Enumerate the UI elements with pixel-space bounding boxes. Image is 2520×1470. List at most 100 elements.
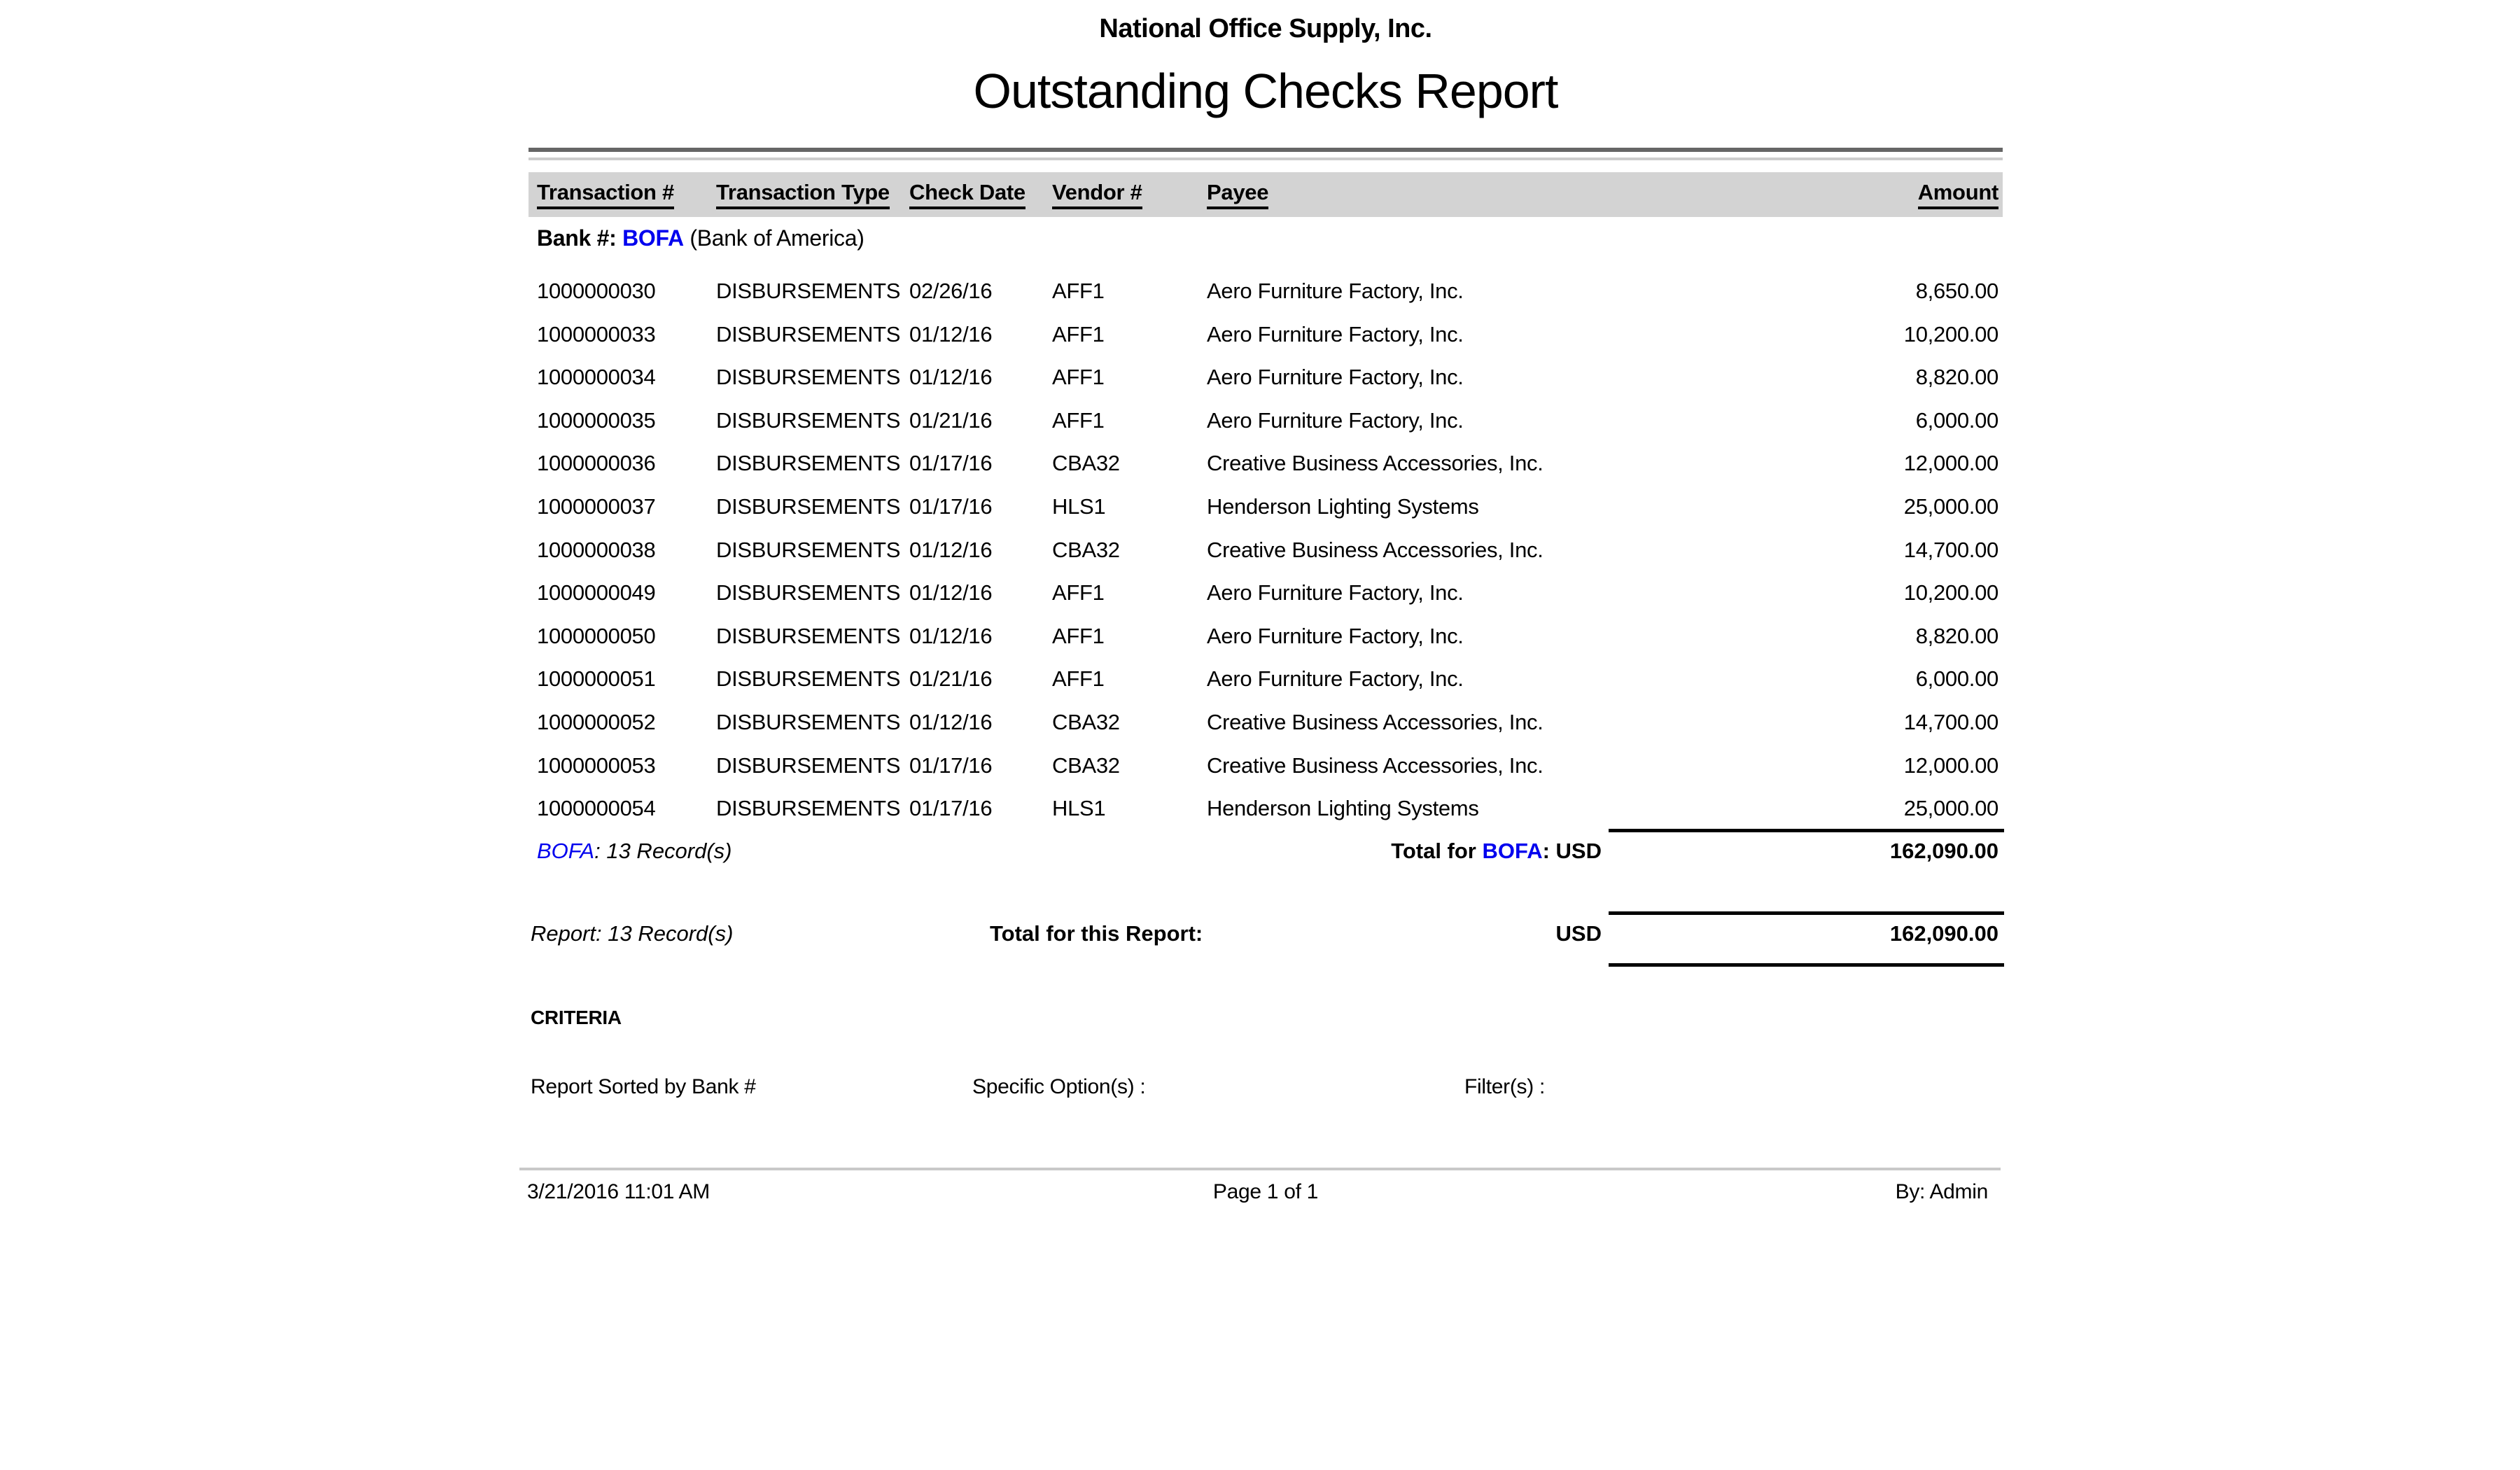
- column-header-label: Vendor #: [1052, 180, 1142, 209]
- cell-vendor-no: CBA32: [1052, 709, 1207, 752]
- cell-transaction-type: DISBURSEMENTS: [716, 407, 909, 451]
- bank-subtotal-rule: [1609, 829, 2004, 832]
- column-header-label: Payee: [1207, 180, 1268, 209]
- table-row: 1000000034DISBURSEMENTS01/12/16AFF1Aero …: [528, 364, 2003, 407]
- table-header-row: Transaction # Transaction Type Check Dat…: [528, 172, 2003, 217]
- column-header-vendor-no[interactable]: Vendor #: [1052, 180, 1207, 209]
- cell-amount: 8,820.00: [1779, 623, 2003, 666]
- cell-check-date: 01/12/16: [909, 580, 1052, 623]
- column-header-label: Amount: [1918, 180, 1998, 209]
- cell-vendor-no: CBA32: [1052, 537, 1207, 580]
- cell-transaction-no: 1000000037: [537, 493, 716, 537]
- cell-amount: 8,650.00: [1779, 278, 2003, 321]
- report-content: National Office Supply, Inc. Outstanding…: [528, 0, 2003, 1470]
- cell-payee: Aero Furniture Factory, Inc.: [1207, 580, 1779, 623]
- cell-vendor-no: HLS1: [1052, 795, 1207, 839]
- bank-code-link[interactable]: BOFA: [537, 839, 594, 863]
- cell-vendor-no: CBA32: [1052, 752, 1207, 796]
- bank-code-link[interactable]: BOFA: [622, 225, 684, 251]
- cell-amount: 25,000.00: [1779, 493, 2003, 537]
- cell-vendor-no: AFF1: [1052, 407, 1207, 451]
- cell-transaction-type: DISBURSEMENTS: [716, 364, 909, 407]
- cell-transaction-no: 1000000051: [537, 666, 716, 709]
- bank-number-label: Bank #:: [537, 225, 622, 251]
- report-page: National Office Supply, Inc. Outstanding…: [0, 0, 2520, 1470]
- column-header-amount[interactable]: Amount: [1779, 180, 2003, 209]
- row-spacer: [528, 278, 537, 321]
- cell-payee: Aero Furniture Factory, Inc.: [1207, 407, 1779, 451]
- cell-payee: Creative Business Accessories, Inc.: [1207, 450, 1779, 493]
- cell-amount: 6,000.00: [1779, 666, 2003, 709]
- footer-divider: [519, 1168, 2001, 1170]
- bank-record-count: BOFA: 13 Record(s): [537, 839, 732, 864]
- title-divider-light: [528, 158, 2003, 160]
- cell-payee: Creative Business Accessories, Inc.: [1207, 752, 1779, 796]
- column-header-transaction-type[interactable]: Transaction Type: [716, 180, 909, 209]
- table-row: 1000000052DISBURSEMENTS01/12/16CBA32Crea…: [528, 709, 2003, 752]
- cell-transaction-no: 1000000034: [537, 364, 716, 407]
- cell-amount: 10,200.00: [1779, 580, 2003, 623]
- cell-payee: Creative Business Accessories, Inc.: [1207, 537, 1779, 580]
- table-row: 1000000036DISBURSEMENTS01/17/16CBA32Crea…: [528, 450, 2003, 493]
- bank-total-amount: 162,090.00: [1890, 839, 1998, 864]
- title-divider-dark: [528, 148, 2003, 152]
- cell-transaction-no: 1000000050: [537, 623, 716, 666]
- row-spacer: [528, 364, 537, 407]
- report-record-count: Report: 13 Record(s): [531, 921, 733, 946]
- column-header-payee[interactable]: Payee: [1207, 180, 1779, 209]
- cell-transaction-no: 1000000052: [537, 709, 716, 752]
- cell-vendor-no: CBA32: [1052, 450, 1207, 493]
- row-spacer: [528, 450, 537, 493]
- cell-payee: Henderson Lighting Systems: [1207, 493, 1779, 537]
- column-header-label: Transaction #: [537, 180, 674, 209]
- cell-payee: Aero Furniture Factory, Inc.: [1207, 278, 1779, 321]
- bank-total-label: Total for BOFA: USD: [1391, 839, 1602, 864]
- cell-transaction-type: DISBURSEMENTS: [716, 795, 909, 839]
- cell-transaction-no: 1000000036: [537, 450, 716, 493]
- column-header-label: Check Date: [909, 180, 1026, 209]
- cell-vendor-no: AFF1: [1052, 666, 1207, 709]
- cell-check-date: 01/12/16: [909, 623, 1052, 666]
- bank-code-link[interactable]: BOFA: [1482, 839, 1542, 863]
- cell-check-date: 01/21/16: [909, 666, 1052, 709]
- cell-check-date: 01/12/16: [909, 709, 1052, 752]
- row-spacer: [528, 795, 537, 839]
- table-row: 1000000053DISBURSEMENTS01/17/16CBA32Crea…: [528, 752, 2003, 796]
- column-header-check-date[interactable]: Check Date: [909, 180, 1052, 209]
- cell-vendor-no: HLS1: [1052, 493, 1207, 537]
- cell-vendor-no: AFF1: [1052, 364, 1207, 407]
- cell-transaction-no: 1000000038: [537, 537, 716, 580]
- cell-transaction-type: DISBURSEMENTS: [716, 666, 909, 709]
- cell-payee: Aero Furniture Factory, Inc.: [1207, 321, 1779, 365]
- cell-check-date: 01/17/16: [909, 795, 1052, 839]
- cell-payee: Aero Furniture Factory, Inc.: [1207, 666, 1779, 709]
- cell-check-date: 01/21/16: [909, 407, 1052, 451]
- bank-total-suffix: : USD: [1543, 839, 1602, 863]
- footer-run-by: By: Admin: [1896, 1180, 1988, 1204]
- row-spacer: [528, 666, 537, 709]
- table-row: 1000000037DISBURSEMENTS01/17/16HLS1Hende…: [528, 493, 2003, 537]
- row-spacer: [528, 321, 537, 365]
- cell-transaction-type: DISBURSEMENTS: [716, 623, 909, 666]
- cell-check-date: 01/12/16: [909, 321, 1052, 365]
- row-spacer: [528, 407, 537, 451]
- cell-vendor-no: AFF1: [1052, 278, 1207, 321]
- column-header-transaction-no[interactable]: Transaction #: [537, 180, 716, 209]
- bank-name: (Bank of America): [684, 225, 864, 251]
- cell-payee: Aero Furniture Factory, Inc.: [1207, 623, 1779, 666]
- table-row: 1000000038DISBURSEMENTS01/12/16CBA32Crea…: [528, 537, 2003, 580]
- bank-record-count-text: : 13 Record(s): [594, 839, 732, 863]
- criteria-specific-options: Specific Option(s) :: [972, 1075, 1145, 1099]
- report-title: Outstanding Checks Report: [528, 63, 2003, 119]
- criteria-sorted-by: Report Sorted by Bank #: [531, 1075, 756, 1099]
- cell-check-date: 01/12/16: [909, 364, 1052, 407]
- cell-amount: 12,000.00: [1779, 450, 2003, 493]
- cell-vendor-no: AFF1: [1052, 580, 1207, 623]
- cell-transaction-no: 1000000049: [537, 580, 716, 623]
- row-spacer: [528, 709, 537, 752]
- report-total-rule-top: [1609, 911, 2004, 915]
- cell-transaction-type: DISBURSEMENTS: [716, 580, 909, 623]
- bank-group-header: Bank #: BOFA (Bank of America): [537, 225, 864, 251]
- row-spacer: [528, 537, 537, 580]
- cell-transaction-type: DISBURSEMENTS: [716, 537, 909, 580]
